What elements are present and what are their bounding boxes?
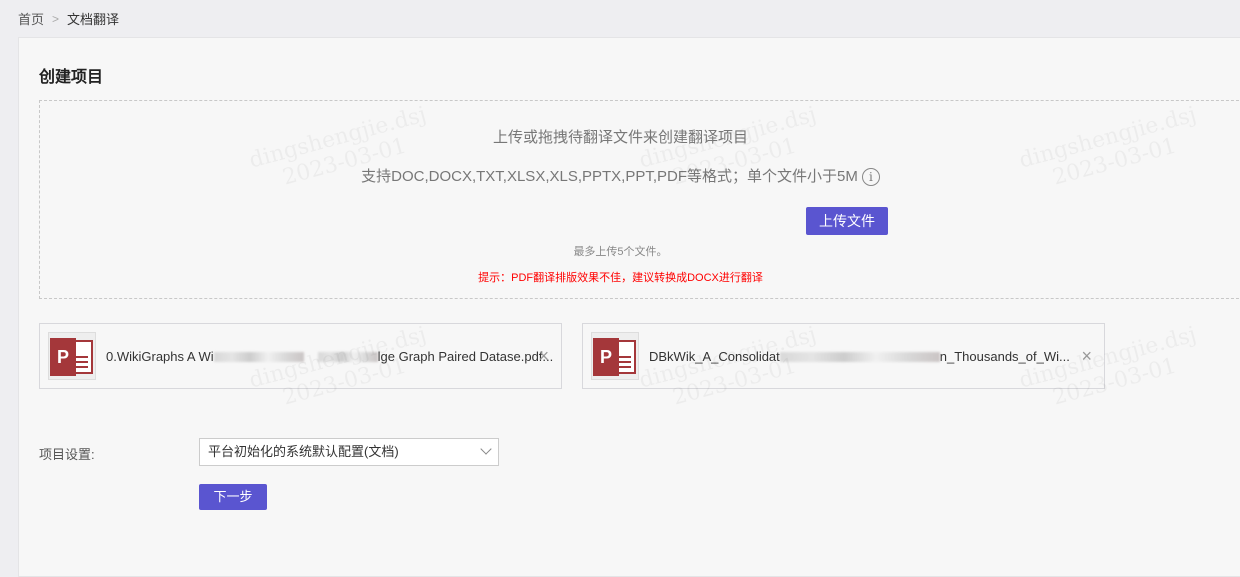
info-icon[interactable]: i [861, 168, 880, 187]
chevron-down-icon [480, 443, 492, 455]
upload-dropzone[interactable]: 上传或拖拽待翻译文件来创建翻译项目 支持DOC,DOCX,TXT,XLSX,XL… [39, 100, 1240, 299]
pdf-tip: 提示：PDF翻译排版效果不佳，建议转换成DOCX进行翻译 [478, 272, 763, 284]
upload-file-button[interactable]: 上传文件 [806, 207, 888, 235]
remove-file-icon[interactable]: × [538, 346, 549, 367]
settings-label: 项目设置: [39, 447, 95, 462]
breadcrumb-current: 文档翻译 [67, 12, 120, 27]
upload-formats: 支持DOC,DOCX,TXT,XLSX,XLS,PPTX,PPT,PDF等格式；… [40, 165, 1201, 187]
page-title: 创建项目 [39, 69, 104, 86]
file-name: DBkWik_A_Consolidat n_Thousands_of_Wi... [649, 348, 1070, 364]
create-project-card: 创建项目 上传或拖拽待翻译文件来创建翻译项目 支持DOC,DOCX,TXT,XL… [18, 37, 1240, 577]
next-step-button[interactable]: 下一步 [199, 484, 267, 510]
file-item: P 0.WikiGraphs A Wi lge Graph Paired Data… [39, 323, 562, 389]
settings-select[interactable]: 平台初始化的系统默认配置(文档) [199, 438, 499, 466]
chevron-right-icon: > [52, 11, 60, 26]
breadcrumb-home[interactable]: 首页 [18, 9, 44, 28]
pdf-file-icon: P [48, 332, 96, 380]
file-name: 0.WikiGraphs A Wi lge Graph Paired Datase… [106, 348, 554, 364]
upload-limit: 最多上传5个文件。 [573, 246, 668, 258]
pdf-file-icon: P [591, 332, 639, 380]
breadcrumb: 首页 > 文档翻译 [18, 9, 119, 28]
formats-text: 支持DOC,DOCX,TXT,XLSX,XLS,PPTX,PPT,PDF等格式；… [361, 168, 858, 185]
file-item: P DBkWik_A_Consolidat n_Thousands_of_Wi..… [582, 323, 1105, 389]
upload-heading: 上传或拖拽待翻译文件来创建翻译项目 [492, 129, 748, 146]
settings-selected-value: 平台初始化的系统默认配置(文档) [208, 444, 399, 459]
remove-file-icon[interactable]: × [1081, 346, 1092, 367]
